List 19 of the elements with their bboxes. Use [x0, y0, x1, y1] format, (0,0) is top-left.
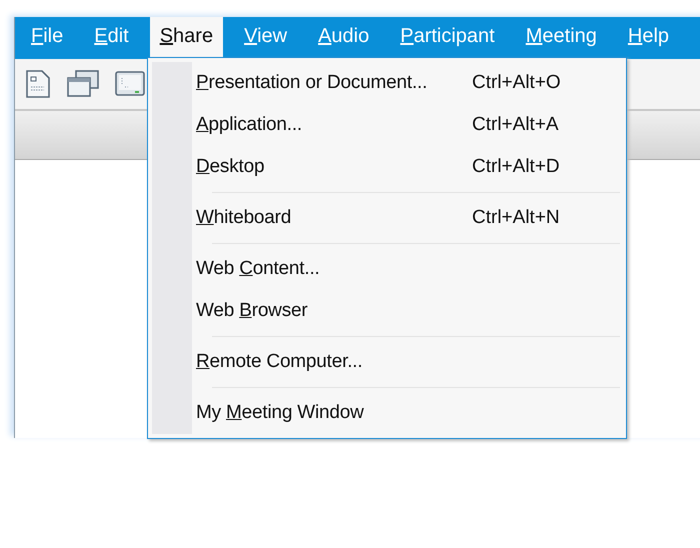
- menu-item[interactable]: Application... Ctrl+Alt+A: [192, 104, 626, 146]
- menu-item[interactable]: Web Browser: [192, 290, 626, 332]
- menu-item[interactable]: Desktop Ctrl+Alt+D: [192, 146, 626, 188]
- menu-item[interactable]: Whiteboard Ctrl+Alt+N: [192, 197, 626, 239]
- menu-bar-item[interactable]: Help: [618, 17, 680, 59]
- menu-bar-item[interactable]: Share: [150, 17, 224, 59]
- menu-item[interactable]: Web Content...: [192, 248, 626, 290]
- menu-item[interactable]: My Meeting Window: [192, 392, 626, 434]
- document-icon[interactable]: [25, 70, 51, 98]
- menu-bar-item[interactable]: File: [21, 17, 74, 59]
- windows-icon[interactable]: [67, 70, 99, 98]
- menu-bar-item[interactable]: Audio: [308, 17, 380, 59]
- menu-bar-item[interactable]: Participant: [390, 17, 505, 59]
- menu-item[interactable]: Remote Computer...: [192, 341, 626, 383]
- menu-bar-item[interactable]: Meeting: [516, 17, 607, 59]
- menu-item[interactable]: Presentation or Document... Ctrl+Alt+O: [192, 62, 626, 104]
- menu-bar-item[interactable]: View: [234, 17, 298, 59]
- monitor-icon[interactable]: [115, 70, 145, 98]
- menu-bar-item[interactable]: Edit: [84, 17, 139, 59]
